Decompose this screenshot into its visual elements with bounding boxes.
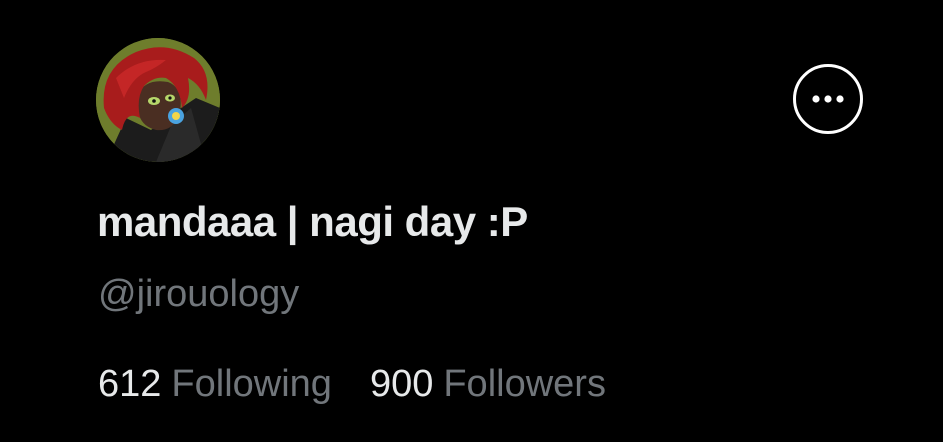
more-options-button[interactable] xyxy=(793,64,863,134)
followers-label: Followers xyxy=(443,363,606,405)
profile-card: mandaaa | nagi day :P @jirouology 612 Fo… xyxy=(0,0,943,442)
followers-count: 900 xyxy=(369,363,434,405)
following-label: Following xyxy=(171,363,332,405)
avatar[interactable] xyxy=(96,38,220,162)
following-count: 612 xyxy=(98,363,162,405)
user-handle: @jirouology xyxy=(98,273,300,315)
display-name: mandaaa | nagi day :P xyxy=(97,198,528,245)
avatar-image xyxy=(96,38,220,162)
followers-link[interactable]: 900 Followers xyxy=(370,363,606,406)
follow-stats: 612 Following 900 Followers xyxy=(98,363,606,406)
more-options-icon xyxy=(812,95,844,103)
following-link[interactable]: 612 Following xyxy=(98,363,332,406)
